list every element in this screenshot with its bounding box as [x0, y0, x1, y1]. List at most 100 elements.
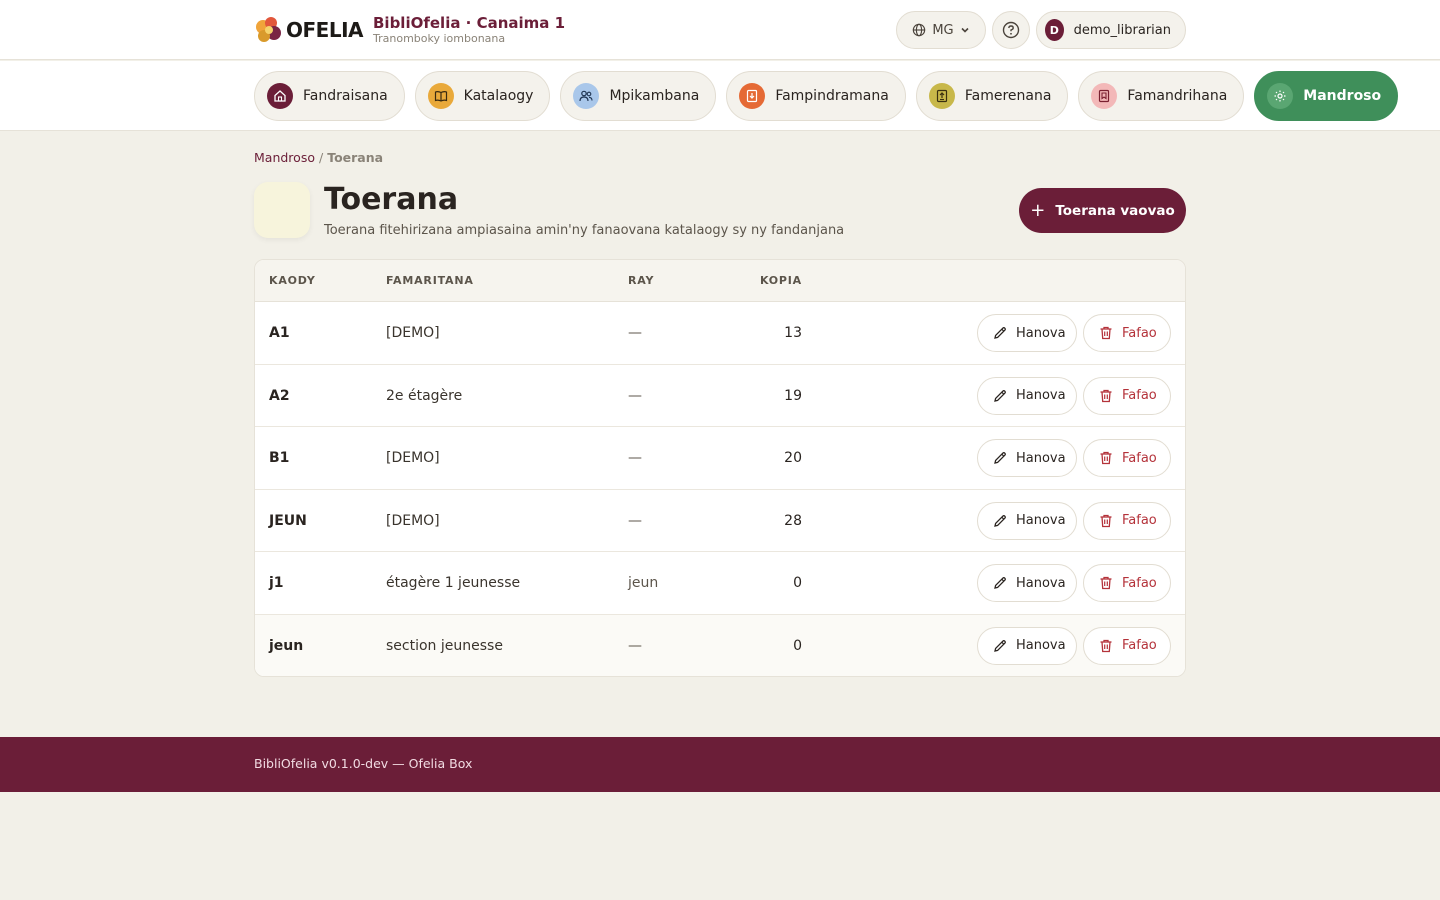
breadcrumb-separator: /: [318, 150, 324, 165]
location-description: étagère 1 jeunesse: [386, 575, 521, 591]
table-header: KAODY FAMARITANA RAY KOPIA: [255, 260, 1185, 302]
delete-button[interactable]: Fafao: [1083, 564, 1171, 602]
page-subtitle: Toerana fitehirizana ampiasaina amin'ny …: [324, 223, 845, 238]
top-bar: OFELIA BibliOfelia · Canaima 1 Tranombok…: [0, 0, 1440, 60]
location-code: A1: [269, 325, 290, 341]
delete-button[interactable]: Fafao: [1083, 626, 1171, 665]
nav-item-mpikambana[interactable]: Mpikambana: [560, 71, 717, 121]
table-row: j1 étagère 1 jeunesse jeun 0 Hanova Fafao: [255, 552, 1185, 615]
location-parent: —: [628, 512, 642, 529]
pencil-icon: [992, 325, 1008, 341]
trash-icon: [1098, 325, 1114, 341]
nav-label: Mpikambana: [609, 88, 700, 104]
edit-label: Hanova: [1016, 388, 1066, 403]
location-parent: —: [628, 450, 642, 466]
location-description: [DEMO]: [386, 450, 440, 466]
nav-item-fampindramana[interactable]: Fampindramana: [726, 71, 906, 121]
brand-text: BibliOfelia · Canaima 1 Tranomboky iombo…: [373, 15, 565, 46]
page-icon: [254, 182, 310, 238]
edit-button[interactable]: Hanova: [977, 439, 1077, 477]
delete-label: Fafao: [1122, 388, 1157, 403]
edit-button[interactable]: Hanova: [977, 501, 1077, 540]
pencil-icon: [992, 513, 1008, 529]
locations-table: KAODY FAMARITANA RAY KOPIA A1 [DEMO] — 13 Ha…: [254, 259, 1186, 677]
pencil-icon: [992, 388, 1008, 404]
location-description: 2e étagère: [386, 387, 463, 404]
globe-icon: [913, 23, 926, 37]
ofelia-logo: OFELIA: [254, 14, 364, 46]
delete-label: Fafao: [1122, 450, 1157, 466]
nav-item-famerenana[interactable]: Famerenana: [915, 71, 1069, 121]
location-copies: 0: [793, 575, 802, 591]
nav-item-famandrihana[interactable]: Famandrihana: [1078, 71, 1245, 121]
page-title: Toerana: [324, 182, 459, 217]
trash-icon: [1098, 450, 1114, 466]
trash-icon: [1098, 513, 1114, 529]
edit-label: Hanova: [1016, 513, 1066, 528]
edit-label: Hanova: [1016, 638, 1066, 653]
location-copies: 20: [784, 450, 802, 466]
delete-label: Fafao: [1122, 575, 1157, 591]
row-actions: Hanova Fafao: [977, 439, 1171, 477]
user-menu[interactable]: D demo_librarian: [1036, 11, 1186, 49]
delete-label: Fafao: [1122, 638, 1157, 653]
location-parent: jeun: [628, 575, 659, 591]
footer-text: BibliOfelia v0.1.0-dev — Ofelia Box: [254, 756, 473, 771]
edit-label: Hanova: [1016, 575, 1066, 591]
home-icon: [267, 83, 293, 109]
table-body: A1 [DEMO] — 13 Hanova Fafao A2 2e étagère — 19 Han…: [255, 302, 1185, 676]
new-location-button[interactable]: + Toerana vaovao: [1019, 188, 1186, 233]
location-copies: 28: [784, 512, 802, 529]
delete-button[interactable]: Fafao: [1083, 501, 1171, 540]
table-row: B1 [DEMO] — 20 Hanova Fafao: [255, 427, 1185, 490]
nav-label: Mandroso: [1303, 88, 1382, 104]
top-actions: MG D demo_librarian: [896, 11, 1186, 49]
delete-button[interactable]: Fafao: [1083, 376, 1171, 415]
reserve-icon: [1091, 83, 1118, 109]
delete-button[interactable]: Fafao: [1083, 439, 1171, 477]
main-nav: Fandraisana Katalaogy Mpikambana Fampind…: [0, 61, 1440, 131]
edit-button[interactable]: Hanova: [977, 376, 1077, 415]
edit-button[interactable]: Hanova: [977, 314, 1077, 352]
location-code: JEUN: [269, 512, 307, 529]
trash-icon: [1098, 638, 1114, 654]
nav-label: Fandraisana: [303, 88, 388, 104]
breadcrumb-current: Toerana: [327, 150, 384, 165]
delete-button[interactable]: Fafao: [1083, 314, 1171, 352]
avatar: D: [1045, 19, 1064, 41]
delete-label: Fafao: [1122, 325, 1157, 341]
column-header-description: FAMARITANA: [386, 274, 474, 287]
column-header-code: KAODY: [269, 274, 316, 287]
row-actions: Hanova Fafao: [977, 501, 1171, 540]
trash-icon: [1098, 575, 1114, 591]
table-row: A2 2e étagère — 19 Hanova Fafao: [255, 365, 1185, 427]
language-selector[interactable]: MG: [896, 11, 986, 49]
edit-button[interactable]: Hanova: [977, 564, 1077, 602]
brand[interactable]: OFELIA BibliOfelia · Canaima 1 Tranombok…: [254, 14, 565, 46]
location-code: A2: [269, 387, 290, 404]
nav-item-fandraisana[interactable]: Fandraisana: [254, 71, 405, 121]
nav-label: Katalaogy: [463, 88, 534, 104]
pencil-icon: [992, 638, 1008, 654]
book-icon: [427, 83, 454, 109]
nav-item-mandroso[interactable]: Mandroso: [1254, 71, 1399, 121]
new-location-label: Toerana vaovao: [1055, 202, 1175, 219]
help-button[interactable]: [992, 11, 1030, 49]
breadcrumb-parent[interactable]: Mandroso: [254, 150, 315, 165]
language-code: MG: [932, 22, 954, 38]
nav-item-katalaogy[interactable]: Katalaogy: [414, 71, 551, 121]
row-actions: Hanova Fafao: [977, 626, 1171, 665]
column-header-parent: RAY: [628, 274, 655, 287]
trash-icon: [1098, 388, 1114, 404]
edit-label: Hanova: [1016, 450, 1066, 466]
nav-label: Famerenana: [964, 88, 1052, 104]
row-actions: Hanova Fafao: [977, 314, 1171, 352]
row-actions: Hanova Fafao: [977, 564, 1171, 602]
location-copies: 13: [784, 325, 802, 341]
pencil-icon: [992, 575, 1008, 591]
edit-button[interactable]: Hanova: [977, 626, 1077, 665]
nav-items: Fandraisana Katalaogy Mpikambana Fampind…: [254, 71, 1399, 121]
pencil-icon: [992, 450, 1008, 466]
help-icon: [1002, 21, 1020, 39]
chevron-down-icon: [961, 27, 969, 33]
